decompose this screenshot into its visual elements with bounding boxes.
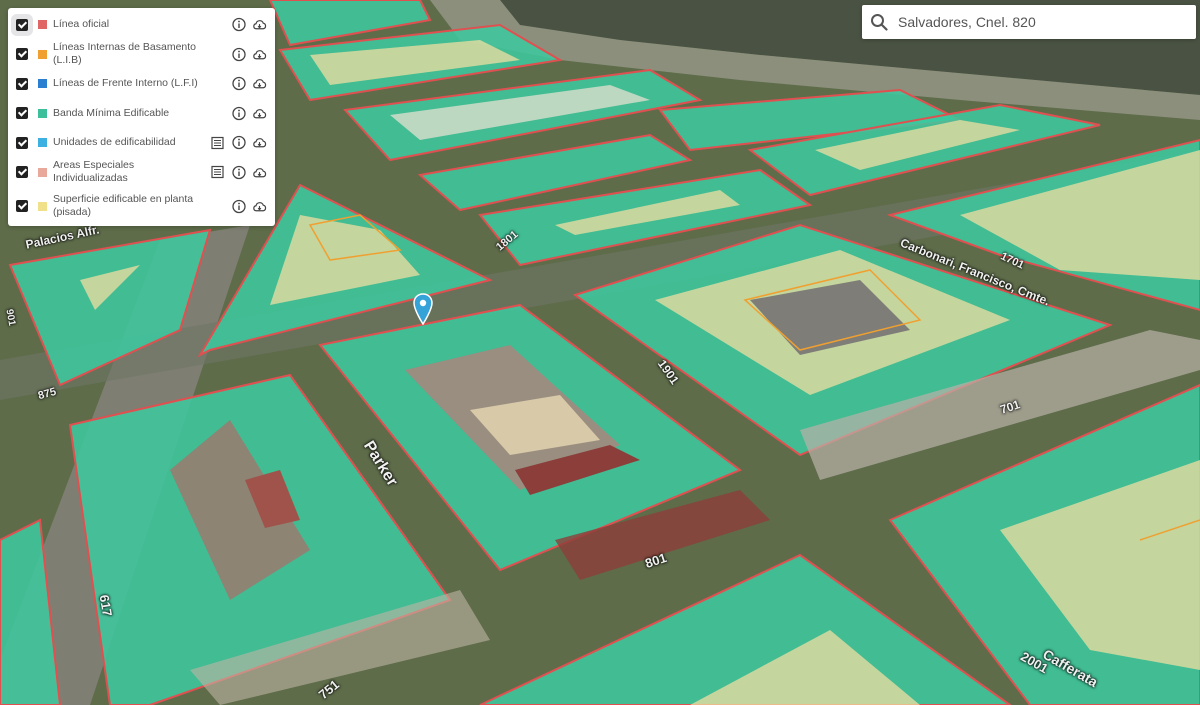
layer-actions — [231, 17, 267, 32]
layers-panel: Línea oficial Líneas Internas de Basament… — [8, 8, 275, 226]
layer-checkbox[interactable] — [16, 18, 28, 31]
layer-actions — [231, 199, 267, 214]
layer-actions — [231, 106, 267, 121]
search-input[interactable] — [896, 13, 1180, 31]
search-icon[interactable] — [870, 13, 888, 31]
search-box[interactable] — [862, 5, 1196, 39]
layer-row[interactable]: Líneas Internas de Basamento (L.I.B) — [8, 40, 275, 70]
layer-color-swatch — [38, 20, 47, 30]
layer-color-swatch — [38, 201, 47, 211]
layer-label: Banda Mínima Edificable — [53, 106, 170, 119]
cloud-download-icon[interactable] — [252, 135, 267, 150]
layer-checkbox[interactable] — [16, 48, 28, 61]
layer-label: Líneas de Frente Interno (L.F.I) — [53, 77, 198, 90]
cloud-download-icon[interactable] — [252, 47, 267, 62]
info-icon[interactable] — [231, 47, 246, 62]
layer-label: Unidades de edificabilidad — [53, 136, 176, 149]
cloud-download-icon[interactable] — [252, 76, 267, 91]
cloud-download-icon[interactable] — [252, 106, 267, 121]
layer-actions — [231, 76, 267, 91]
info-icon[interactable] — [231, 17, 246, 32]
info-icon[interactable] — [231, 106, 246, 121]
layer-color-swatch — [38, 49, 47, 59]
info-icon[interactable] — [231, 199, 246, 214]
layer-checkbox[interactable] — [16, 166, 28, 179]
layer-row[interactable]: Areas Especiales Individualizadas — [8, 158, 275, 188]
layer-row[interactable]: Superficie edificable en planta (pisada) — [8, 187, 275, 225]
layer-color-swatch — [38, 138, 47, 148]
layer-checkbox[interactable] — [16, 136, 28, 149]
info-icon[interactable] — [231, 76, 246, 91]
layer-row[interactable]: Banda Mínima Edificable — [8, 99, 275, 129]
layer-color-swatch — [38, 167, 47, 177]
layer-label: Líneas Internas de Basamento (L.I.B) — [53, 41, 197, 67]
info-icon[interactable] — [231, 135, 246, 150]
layer-label: Superficie edificable en planta (pisada) — [53, 193, 194, 218]
layer-actions — [210, 135, 267, 150]
layer-checkbox[interactable] — [16, 77, 28, 90]
layer-label: Línea oficial — [53, 18, 110, 31]
cloud-download-icon[interactable] — [252, 199, 267, 214]
layer-row[interactable]: Línea oficial — [8, 10, 275, 40]
layer-row[interactable]: Líneas de Frente Interno (L.F.I) — [8, 69, 275, 99]
cloud-download-icon[interactable] — [252, 17, 267, 32]
layer-actions — [210, 165, 267, 180]
cloud-download-icon[interactable] — [252, 165, 267, 180]
legend-list-icon[interactable] — [210, 165, 225, 180]
layer-checkbox[interactable] — [16, 107, 28, 120]
layer-color-swatch — [38, 79, 47, 89]
layer-color-swatch — [38, 108, 47, 118]
location-pin-icon[interactable] — [413, 293, 433, 325]
layer-actions — [231, 47, 267, 62]
layer-row[interactable]: Unidades de edificabilidad — [8, 128, 275, 158]
legend-list-icon[interactable] — [210, 135, 225, 150]
info-icon[interactable] — [231, 165, 246, 180]
layer-checkbox[interactable] — [16, 200, 28, 212]
layer-label: Areas Especiales Individualizadas — [53, 159, 135, 185]
